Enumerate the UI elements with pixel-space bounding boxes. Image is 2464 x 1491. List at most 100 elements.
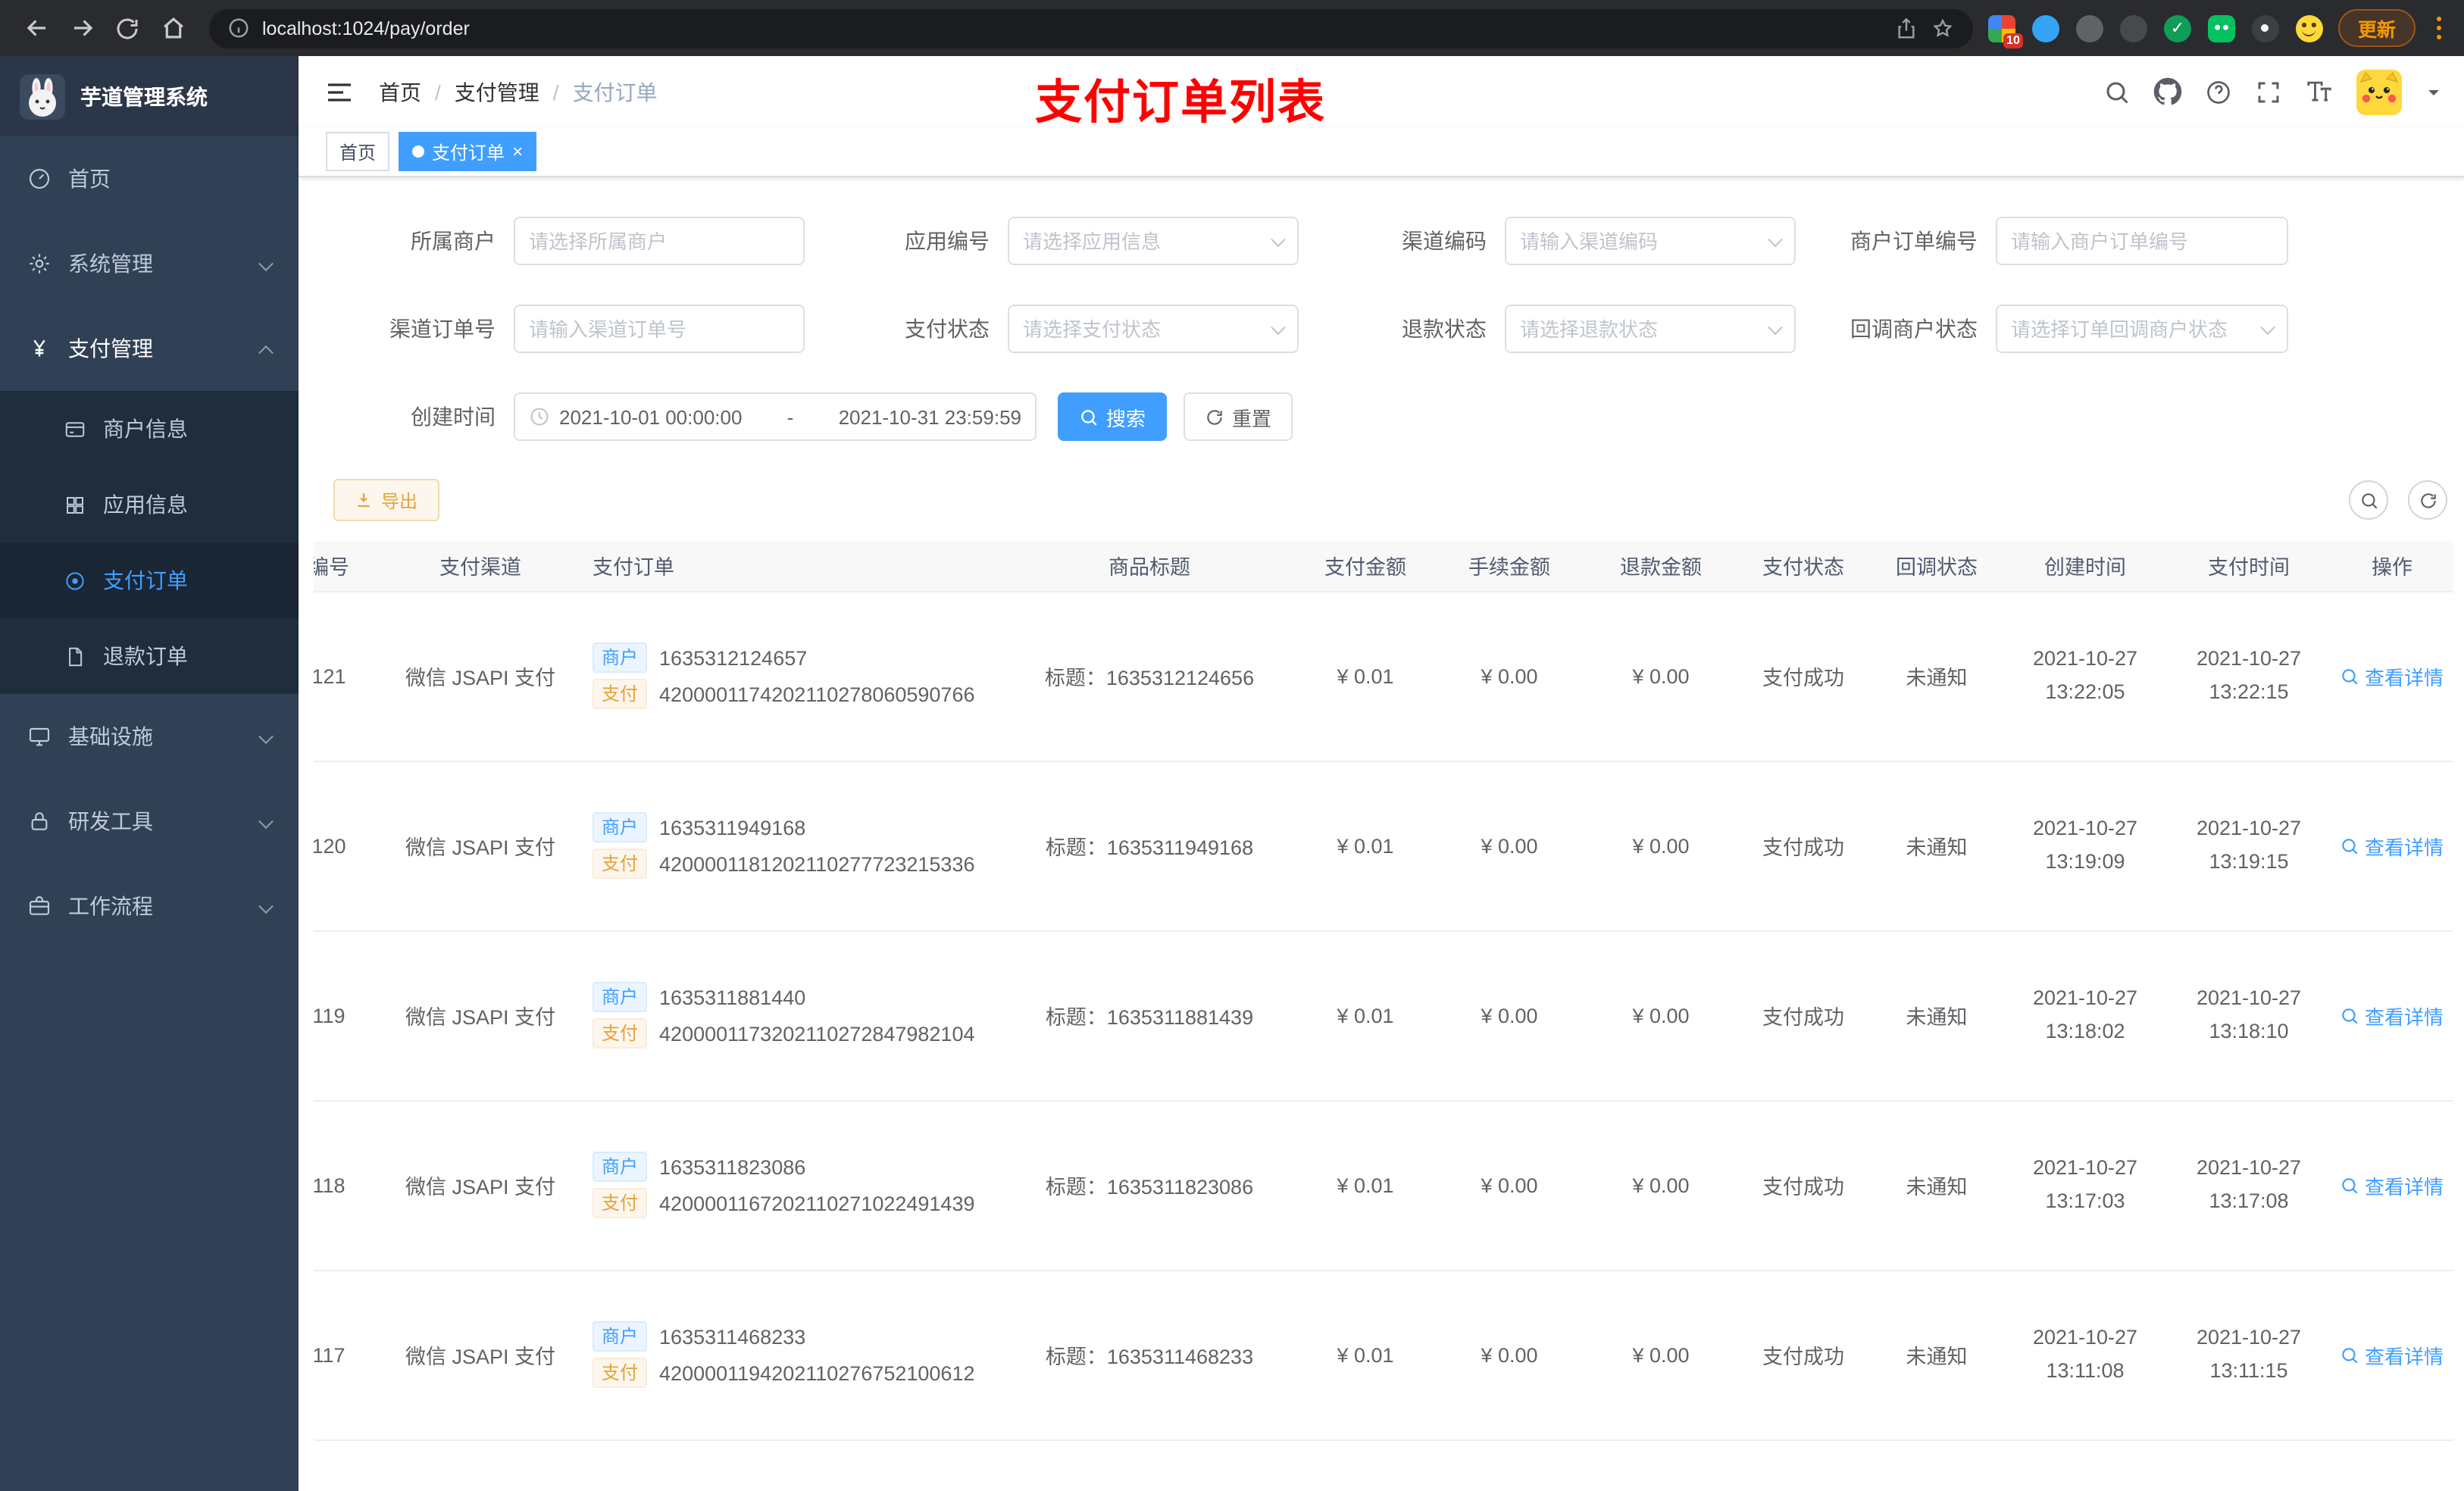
- cell-channel: 微信 JSAPI 支付: [383, 930, 577, 1101]
- browser-menu-icon[interactable]: [2428, 13, 2449, 43]
- extension-icon-dark-circle-2[interactable]: [2119, 14, 2147, 42]
- cell-amount: ¥ 0.01: [1297, 761, 1434, 931]
- sidebar-item-infra[interactable]: 基础设施: [0, 694, 299, 779]
- pay-status-input[interactable]: [1023, 317, 1264, 340]
- table-row: 120 微信 JSAPI 支付 商户 1635311949168 支付 4200…: [314, 761, 2453, 931]
- reset-button[interactable]: 重置: [1184, 392, 1293, 441]
- cell-pay-time: 2021-10-27 13:18:10: [2167, 930, 2331, 1101]
- view-details-link[interactable]: 查看详情: [2340, 831, 2444, 860]
- search-icon[interactable]: [2103, 78, 2131, 105]
- sidebar-item-merchant-info[interactable]: 商户信息: [0, 391, 299, 467]
- active-tab-dot: [412, 145, 425, 158]
- notify-status-input[interactable]: [2011, 317, 2253, 340]
- col-id: 编号: [314, 541, 383, 592]
- cell-pay-order: 商户 1635311468233 支付 42000011942021102767…: [577, 1270, 1002, 1440]
- tab-home[interactable]: 首页: [326, 132, 390, 171]
- channel-order-no-input[interactable]: [529, 317, 790, 340]
- tab-pay-order[interactable]: 支付订单 ×: [399, 132, 537, 171]
- app-title: 芋道管理系统: [80, 84, 208, 108]
- sidebar-item-pay-order[interactable]: 支付订单: [0, 542, 299, 618]
- extension-icon-dark-circle[interactable]: [2075, 14, 2103, 42]
- address-bar[interactable]: localhost:1024/pay/order: [209, 8, 1973, 48]
- chevron-down-icon: [258, 724, 274, 749]
- pay-tag: 支付: [593, 1018, 648, 1049]
- browser-back-button[interactable]: [15, 7, 58, 49]
- breadcrumb-home[interactable]: 首页: [379, 77, 421, 107]
- close-tab-icon[interactable]: ×: [512, 142, 523, 161]
- extension-icon-green-chat[interactable]: [2207, 14, 2235, 42]
- sidebar-item-app-info[interactable]: 应用信息: [0, 467, 299, 542]
- extension-icon-pin[interactable]: [2251, 14, 2279, 42]
- view-detail-icon: [2343, 668, 2359, 684]
- fullscreen-icon[interactable]: [2255, 78, 2282, 105]
- app-input[interactable]: [1023, 230, 1264, 252]
- cell-status: 支付成功: [1737, 591, 1870, 761]
- filter-label-app: 应用编号: [905, 229, 990, 253]
- sidebar-item-home[interactable]: 首页: [0, 136, 299, 221]
- extension-icon-colorful[interactable]: 10: [1987, 14, 2023, 48]
- view-details-link[interactable]: 查看详情: [2340, 661, 2444, 690]
- browser-profile-avatar[interactable]: [2295, 14, 2323, 42]
- sidebar-item-workflow[interactable]: 工作流程: [0, 864, 299, 949]
- user-avatar[interactable]: [2356, 69, 2402, 114]
- sidebar-item-refund-order[interactable]: 退款订单: [0, 618, 299, 694]
- create-time-range-picker[interactable]: 2021-10-01 00:00:00 - 2021-10-31 23:59:5…: [514, 392, 1037, 441]
- help-icon[interactable]: [2205, 78, 2232, 105]
- lock-icon: [31, 812, 48, 830]
- merchant-tag: 商户: [593, 1152, 648, 1182]
- cell-status: 支付成功: [1737, 761, 1870, 931]
- github-icon[interactable]: [2153, 77, 2182, 106]
- caret-down-icon[interactable]: [2425, 83, 2443, 101]
- col-actions: 操作: [2331, 541, 2453, 592]
- cell-notify: 未通知: [1870, 1100, 2003, 1271]
- browser-forward-button[interactable]: [61, 7, 103, 49]
- page-title-annotation: 支付订单列表: [1035, 76, 1326, 129]
- sidebar-item-system[interactable]: 系统管理: [0, 221, 299, 306]
- view-details-link[interactable]: 查看详情: [2340, 1340, 2444, 1369]
- refresh-table-button[interactable]: [2408, 480, 2447, 520]
- cell-pay-time: 2021-10-27 13:22:15: [2167, 591, 2331, 761]
- order-table-body: 121 微信 JSAPI 支付 商户 1635312124657 支付 4200…: [314, 591, 2453, 1491]
- filter-label-merchant: 所属商户: [411, 229, 496, 253]
- sidebar-item-dev-tools[interactable]: 研发工具: [0, 779, 299, 864]
- cell-id: 121: [314, 591, 383, 761]
- site-info-icon[interactable]: [227, 17, 250, 39]
- cell-refund: ¥ 0.00: [1585, 1100, 1737, 1271]
- extension-icon-green-check[interactable]: ✓: [2163, 14, 2191, 42]
- browser-reload-button[interactable]: [106, 7, 149, 49]
- search-button[interactable]: 搜索: [1058, 392, 1167, 441]
- hamburger-icon: [328, 83, 351, 101]
- toggle-search-panel-button[interactable]: [2349, 480, 2388, 520]
- merchant-input[interactable]: [529, 230, 790, 252]
- font-size-icon[interactable]: [2305, 77, 2334, 106]
- view-details-link[interactable]: 查看详情: [2340, 1001, 2444, 1030]
- cell-create-time: 2021-10-27 13:18:02: [2003, 930, 2167, 1101]
- cell-create-time: 2021-10-27 13:19:09: [2003, 761, 2167, 931]
- cell-id: 117: [314, 1270, 383, 1440]
- sidebar: 芋道管理系统 首页 系统管理 支付管理 商户信息 应用信息 支付订单 退款订单 …: [0, 56, 299, 1491]
- app-logo[interactable]: 芋道管理系统: [0, 56, 299, 136]
- refund-status-input[interactable]: [1520, 317, 1761, 340]
- share-icon[interactable]: [1894, 16, 1918, 40]
- card-icon: [65, 421, 85, 436]
- browser-home-button[interactable]: [152, 7, 194, 49]
- chrome-update-button[interactable]: 更新: [2337, 9, 2416, 47]
- search-icon: [1081, 409, 1097, 425]
- cell-fee: ¥ 0.00: [1434, 1100, 1585, 1271]
- chevron-down-icon: [1768, 315, 1783, 342]
- channel-pay-number: 4200001194202110276752100612: [659, 1361, 975, 1384]
- table-row: 121 微信 JSAPI 支付 商户 1635312124657 支付 4200…: [314, 591, 2453, 761]
- extension-icon-blue-drop[interactable]: [2031, 14, 2059, 42]
- breadcrumb-pay-manage[interactable]: 支付管理: [455, 77, 539, 107]
- merchant-tag: 商户: [593, 812, 648, 842]
- view-details-link[interactable]: 查看详情: [2340, 1171, 2444, 1199]
- channel-code-input[interactable]: [1520, 230, 1761, 252]
- cell-refund: [1585, 1439, 1737, 1491]
- export-button[interactable]: 导出: [333, 479, 439, 521]
- sidebar-item-payment[interactable]: 支付管理: [0, 306, 299, 391]
- cell-title: 标题：1635311881439: [1002, 930, 1297, 1101]
- merchant-order-no-input[interactable]: [2011, 230, 2273, 252]
- bookmark-star-icon[interactable]: [1931, 16, 1955, 40]
- fold-sidebar-button[interactable]: [324, 77, 355, 107]
- col-pay-order: 支付订单: [577, 541, 1002, 592]
